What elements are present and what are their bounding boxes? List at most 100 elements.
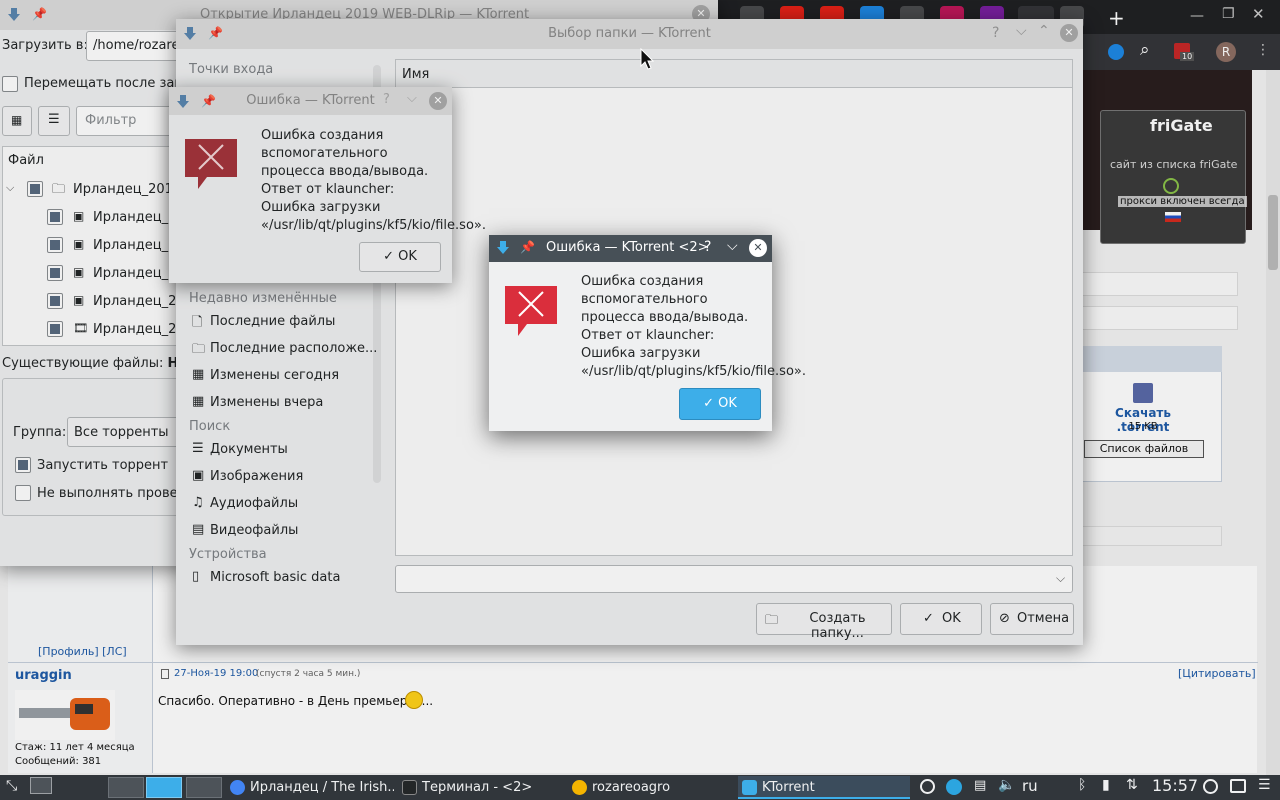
power-icon[interactable]: [1163, 178, 1179, 194]
places-yesterday[interactable]: Изменены вчера: [210, 395, 323, 410]
post-date[interactable]: 27-Ноя-19 19:00: [174, 668, 258, 679]
file-icon: ▣: [73, 209, 85, 223]
file-icon: ▣: [73, 237, 85, 251]
web-input-3[interactable]: [1082, 526, 1222, 546]
folder-cancel-button[interactable]: ⊘ Отмена: [990, 603, 1074, 635]
skip-check-label: Не выполнять провер: [37, 486, 186, 501]
error-dialog-2-close-icon[interactable]: ✕: [749, 239, 767, 257]
close-icon[interactable]: ✕: [1252, 5, 1265, 23]
search-icon[interactable]: ⌕: [1140, 40, 1150, 60]
battery-icon[interactable]: ▮: [1102, 777, 1110, 793]
show-desktop-icon[interactable]: [30, 777, 52, 794]
folder-dialog-close-icon[interactable]: ✕: [1060, 24, 1078, 42]
network-icon[interactable]: ⇅: [1126, 777, 1138, 793]
error-icon: [185, 139, 237, 191]
folder-path-combo[interactable]: ⌵: [395, 565, 1073, 593]
error-dialog-1-ok-button[interactable]: ✓ OK: [359, 242, 441, 272]
tree-file-checkbox[interactable]: [47, 293, 63, 309]
help-icon[interactable]: ?: [704, 239, 711, 255]
check-icon: ✓: [383, 249, 394, 264]
places-video[interactable]: Видеофайлы: [210, 523, 298, 538]
name-column-header[interactable]: Имя: [402, 67, 429, 82]
search-header: Поиск: [189, 419, 231, 434]
folder-icon: 🗀: [52, 182, 66, 197]
task-terminal[interactable]: Терминал - <2>: [398, 776, 564, 799]
chevron-down-icon[interactable]: ⌵: [727, 238, 738, 254]
chevron-up-icon[interactable]: ⌃: [1038, 23, 1050, 39]
places-recent-places[interactable]: Последние расположе...: [210, 341, 377, 356]
keyboard-layout[interactable]: ru: [1022, 777, 1038, 795]
cancel-icon: ⊘: [999, 611, 1010, 626]
clock[interactable]: 15:57: [1152, 776, 1198, 795]
stage-value: 11 лет 4 месяца: [49, 742, 135, 753]
tree-root-checkbox[interactable]: [27, 181, 43, 197]
move-after-checkbox[interactable]: [2, 76, 18, 92]
app-launcher-icon[interactable]: ⤡: [6, 778, 17, 794]
places-images[interactable]: Изображения: [210, 469, 303, 484]
pager-desktop-3[interactable]: [186, 777, 222, 798]
tree-file-checkbox[interactable]: [47, 265, 63, 281]
folder-dialog-title: Выбор папки — KTorrent: [548, 26, 711, 41]
chevron-down-icon[interactable]: ⌵: [1016, 23, 1027, 39]
places-documents[interactable]: Документы: [210, 442, 288, 457]
ktorrent-icon: [6, 7, 22, 23]
places-audio[interactable]: Аудиофайлы: [210, 496, 298, 511]
tree-file-checkbox[interactable]: [47, 209, 63, 225]
pin-icon[interactable]: 📌: [520, 240, 535, 254]
web-input-1[interactable]: [1082, 272, 1238, 296]
start-torrent-checkbox[interactable]: [15, 457, 31, 473]
error-dialog-1-close-icon[interactable]: ✕: [429, 92, 447, 110]
create-folder-button[interactable]: 🗀 Создать папку...: [756, 603, 892, 641]
profile-avatar[interactable]: R: [1216, 42, 1236, 62]
group-label: Группа:: [13, 425, 67, 440]
new-tab-icon[interactable]: +: [1108, 6, 1125, 30]
places-device[interactable]: Microsoft basic data: [210, 570, 340, 585]
pager-desktop-1[interactable]: [108, 777, 144, 798]
minimize-icon[interactable]: —: [1190, 8, 1204, 24]
pager-desktop-2[interactable]: [146, 777, 182, 798]
file-column-header[interactable]: Файл: [8, 153, 44, 168]
bluetooth-icon[interactable]: ᛒ: [1078, 777, 1086, 793]
pin-icon[interactable]: 📌: [32, 7, 47, 21]
page-scrollbar[interactable]: [1266, 70, 1280, 775]
telegram-icon[interactable]: [946, 779, 962, 795]
quote-link[interactable]: [Цитировать]: [1178, 667, 1256, 680]
file-list-button[interactable]: Список файлов: [1084, 440, 1204, 458]
menu-icon[interactable]: ⋮: [1256, 42, 1270, 58]
places-today[interactable]: Изменены сегодня: [210, 368, 339, 383]
restore-icon[interactable]: ❐: [1222, 6, 1235, 22]
page-scrollbar-thumb[interactable]: [1268, 195, 1278, 270]
help-icon[interactable]: ?: [992, 25, 999, 41]
error-dialog-1-ok-label: OK: [398, 249, 417, 264]
media-play-icon[interactable]: [920, 779, 935, 794]
media-player-icon[interactable]: [1203, 779, 1218, 794]
folder-ok-label: OK: [942, 611, 961, 626]
help-icon[interactable]: ?: [383, 92, 390, 107]
tree-file-checkbox[interactable]: [47, 321, 63, 337]
task-terminal-label: Терминал - <2>: [422, 780, 533, 795]
volume-icon[interactable]: 🔈: [998, 777, 1015, 793]
tree-file-checkbox[interactable]: [47, 237, 63, 253]
places-recent-files[interactable]: Последние файлы: [210, 314, 335, 329]
check-icon: ✓: [703, 396, 714, 411]
chevron-down-icon[interactable]: ⌵: [407, 91, 417, 106]
folder-ok-button[interactable]: ✓ OK: [900, 603, 982, 635]
post-messages: Сообщений: 381: [15, 756, 101, 767]
web-input-2[interactable]: [1082, 306, 1238, 330]
extension-icon[interactable]: [1108, 44, 1124, 60]
list-view-button[interactable]: ☰: [38, 106, 70, 136]
task-rozareoagro[interactable]: rozareoagro: [568, 776, 734, 799]
skip-check-checkbox[interactable]: [15, 485, 31, 501]
post-username[interactable]: uraggin: [15, 668, 72, 683]
task-ktorrent[interactable]: KTorrent: [738, 776, 910, 799]
task-browser[interactable]: Ирландец / The Irish...: [226, 776, 394, 799]
places-header: Точки входа: [189, 62, 274, 77]
panel-menu-icon[interactable]: ☰: [1258, 777, 1271, 793]
profile-links[interactable]: [Профиль] [ЛС]: [38, 645, 127, 658]
tree-view-button[interactable]: ▦: [2, 106, 32, 136]
window-list-icon[interactable]: [1230, 779, 1246, 793]
post-stage: Стаж: 11 лет 4 месяца: [15, 742, 135, 753]
tree-collapse-icon[interactable]: ⌵: [6, 181, 14, 195]
error-dialog-2-ok-button[interactable]: ✓ OK: [679, 388, 761, 420]
clipboard-icon[interactable]: ▤: [974, 778, 986, 793]
